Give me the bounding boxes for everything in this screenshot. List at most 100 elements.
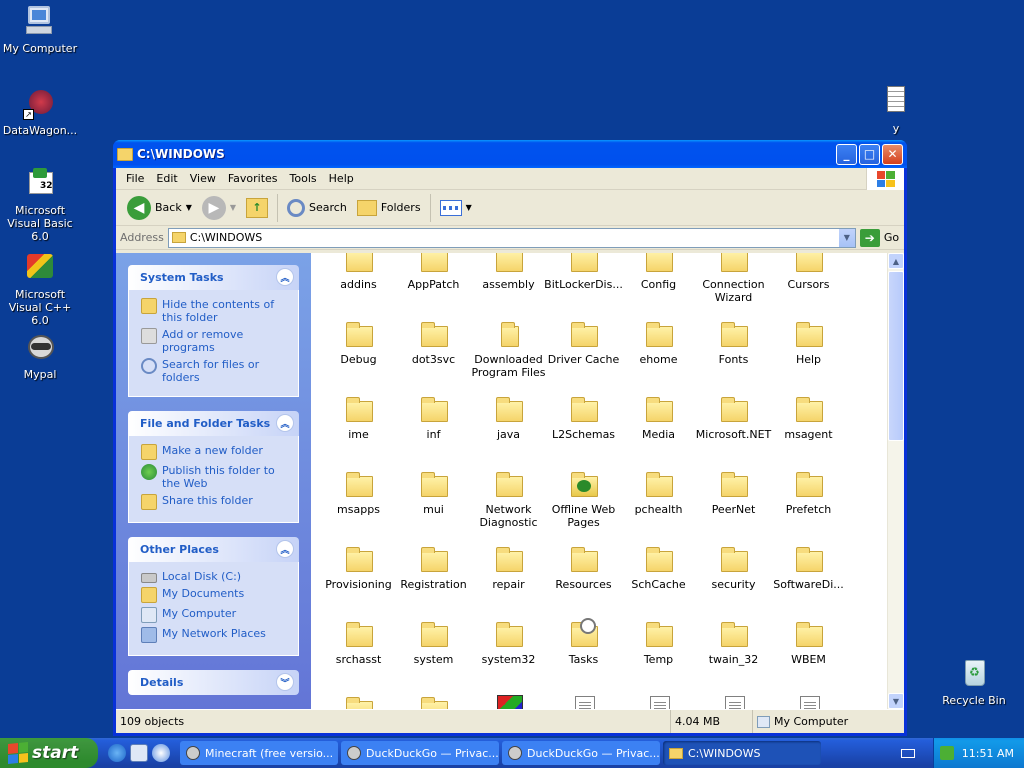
maximize-button[interactable]: □ [859,143,880,165]
start-button[interactable]: start [0,738,98,768]
file-item[interactable]: mui [396,462,471,537]
file-item[interactable]: Microsoft.NET [696,387,771,462]
file-item[interactable]: java [471,387,546,462]
title-bar[interactable]: C:\WINDOWS _ □ ✕ [113,140,907,168]
close-button[interactable]: ✕ [882,143,903,165]
file-item[interactable]: Resources [546,537,621,612]
hide-contents-link[interactable]: Hide the contents of this folder [141,298,290,324]
back-button[interactable]: ◀ Back ▼ [122,193,197,223]
file-item[interactable]: repair [471,537,546,612]
clock[interactable]: 11:51 AM [962,747,1014,760]
file-item[interactable]: system [396,612,471,687]
file-item[interactable] [621,687,696,709]
panel-header[interactable]: System Tasks ︽ [128,265,299,290]
desktop-icon-my-computer[interactable]: My Computer [0,4,80,55]
scroll-thumb[interactable] [888,271,904,441]
file-item[interactable]: Media [621,387,696,462]
internet-explorer-icon[interactable] [108,744,126,762]
file-item[interactable] [471,687,546,709]
taskbar-button-duckduckgo[interactable]: DuckDuckGo — Privac... [341,741,499,765]
menu-file[interactable]: File [120,172,150,185]
my-computer-link[interactable]: My Computer [141,607,290,623]
file-item[interactable]: msagent [771,387,846,462]
menu-edit[interactable]: Edit [150,172,183,185]
file-item[interactable]: L2Schemas [546,387,621,462]
file-item[interactable] [696,687,771,709]
scroll-up-button[interactable]: ▲ [888,253,904,269]
file-item[interactable] [771,687,846,709]
taskbar-button-minecraft[interactable]: Minecraft (free versio... [180,741,338,765]
file-item[interactable]: assembly [471,253,546,312]
file-item[interactable]: Fonts [696,312,771,387]
go-button[interactable]: ➔ Go [859,228,899,247]
local-disk-link[interactable]: Local Disk (C:) [141,570,290,583]
menu-help[interactable]: Help [323,172,360,185]
file-view[interactable]: addins AppPatch assembly BitLockerDis... Con… [311,253,904,709]
address-dropdown-button[interactable]: ▼ [837,228,855,247]
file-item[interactable]: ehome [621,312,696,387]
safely-remove-hardware-icon[interactable] [939,746,954,760]
up-folder-button[interactable]: ↑ [241,193,273,223]
file-item[interactable]: PeerNet [696,462,771,537]
file-item[interactable] [396,687,471,709]
collapse-chevron-icon[interactable]: ︽ [276,268,294,286]
file-item[interactable]: Offline Web Pages [546,462,621,537]
keyboard-icon[interactable] [900,748,915,758]
desktop-icon-y[interactable]: y [856,84,936,135]
share-folder-link[interactable]: Share this folder [141,494,290,510]
outlook-express-icon[interactable] [130,744,148,762]
file-item[interactable]: Provisioning [321,537,396,612]
file-item[interactable]: Downloaded Program Files [471,312,546,387]
panel-header[interactable]: Details ︾ [128,670,299,695]
chevron-down-icon[interactable]: ▼ [230,203,236,212]
file-item[interactable]: inf [396,387,471,462]
file-item[interactable]: pchealth [621,462,696,537]
add-remove-programs-link[interactable]: Add or remove programs [141,328,290,354]
folders-button[interactable]: Folders [352,193,426,223]
file-item[interactable]: WBEM [771,612,846,687]
desktop-icon-visual-cpp[interactable]: Microsoft Visual C++ 6.0 [0,250,80,327]
file-item[interactable]: Temp [621,612,696,687]
file-item[interactable]: Help [771,312,846,387]
panel-header[interactable]: Other Places ︽ [128,537,299,562]
file-item[interactable]: Config [621,253,696,312]
file-item[interactable] [321,687,396,709]
forward-button[interactable]: ▶ ▼ [197,193,241,223]
new-folder-link[interactable]: Make a new folder [141,444,290,460]
file-item[interactable]: twain_32 [696,612,771,687]
menu-view[interactable]: View [184,172,222,185]
my-documents-link[interactable]: My Documents [141,587,290,603]
address-input[interactable]: C:\WINDOWS ▼ [167,227,856,248]
file-item[interactable]: Debug [321,312,396,387]
file-item[interactable]: Prefetch [771,462,846,537]
file-item[interactable]: Connection Wizard [696,253,771,312]
desktop-icon-visual-basic[interactable]: 32 Microsoft Visual Basic 6.0 [0,166,80,243]
file-item[interactable]: SoftwareDi... [771,537,846,612]
file-item[interactable]: dot3svc [396,312,471,387]
explorer-window[interactable]: C:\WINDOWS _ □ ✕ File Edit View Favorite… [113,140,907,736]
my-network-places-link[interactable]: My Network Places [141,627,290,643]
collapse-chevron-icon[interactable]: ︽ [276,414,294,432]
search-files-link[interactable]: Search for files or folders [141,358,290,384]
file-item[interactable]: system32 [471,612,546,687]
file-item[interactable]: Driver Cache [546,312,621,387]
file-item[interactable]: addins [321,253,396,312]
scroll-down-button[interactable]: ▼ [888,693,904,709]
file-item[interactable]: ime [321,387,396,462]
menu-tools[interactable]: Tools [284,172,323,185]
file-item[interactable] [546,687,621,709]
menu-favorites[interactable]: Favorites [222,172,284,185]
expand-chevron-icon[interactable]: ︾ [276,673,294,691]
views-button[interactable]: ▼ [435,193,477,223]
file-item[interactable]: security [696,537,771,612]
file-item[interactable]: Cursors [771,253,846,312]
file-item[interactable]: Registration [396,537,471,612]
file-item[interactable]: BitLockerDis... [544,253,623,312]
file-item[interactable]: AppPatch [396,253,471,312]
panel-header[interactable]: File and Folder Tasks ︽ [128,411,299,436]
collapse-chevron-icon[interactable]: ︽ [276,540,294,558]
file-item[interactable]: Network Diagnostic [471,462,546,537]
file-item[interactable]: Tasks [546,612,621,687]
media-player-icon[interactable] [152,744,170,762]
vertical-scrollbar[interactable]: ▲ ▼ [887,253,904,709]
